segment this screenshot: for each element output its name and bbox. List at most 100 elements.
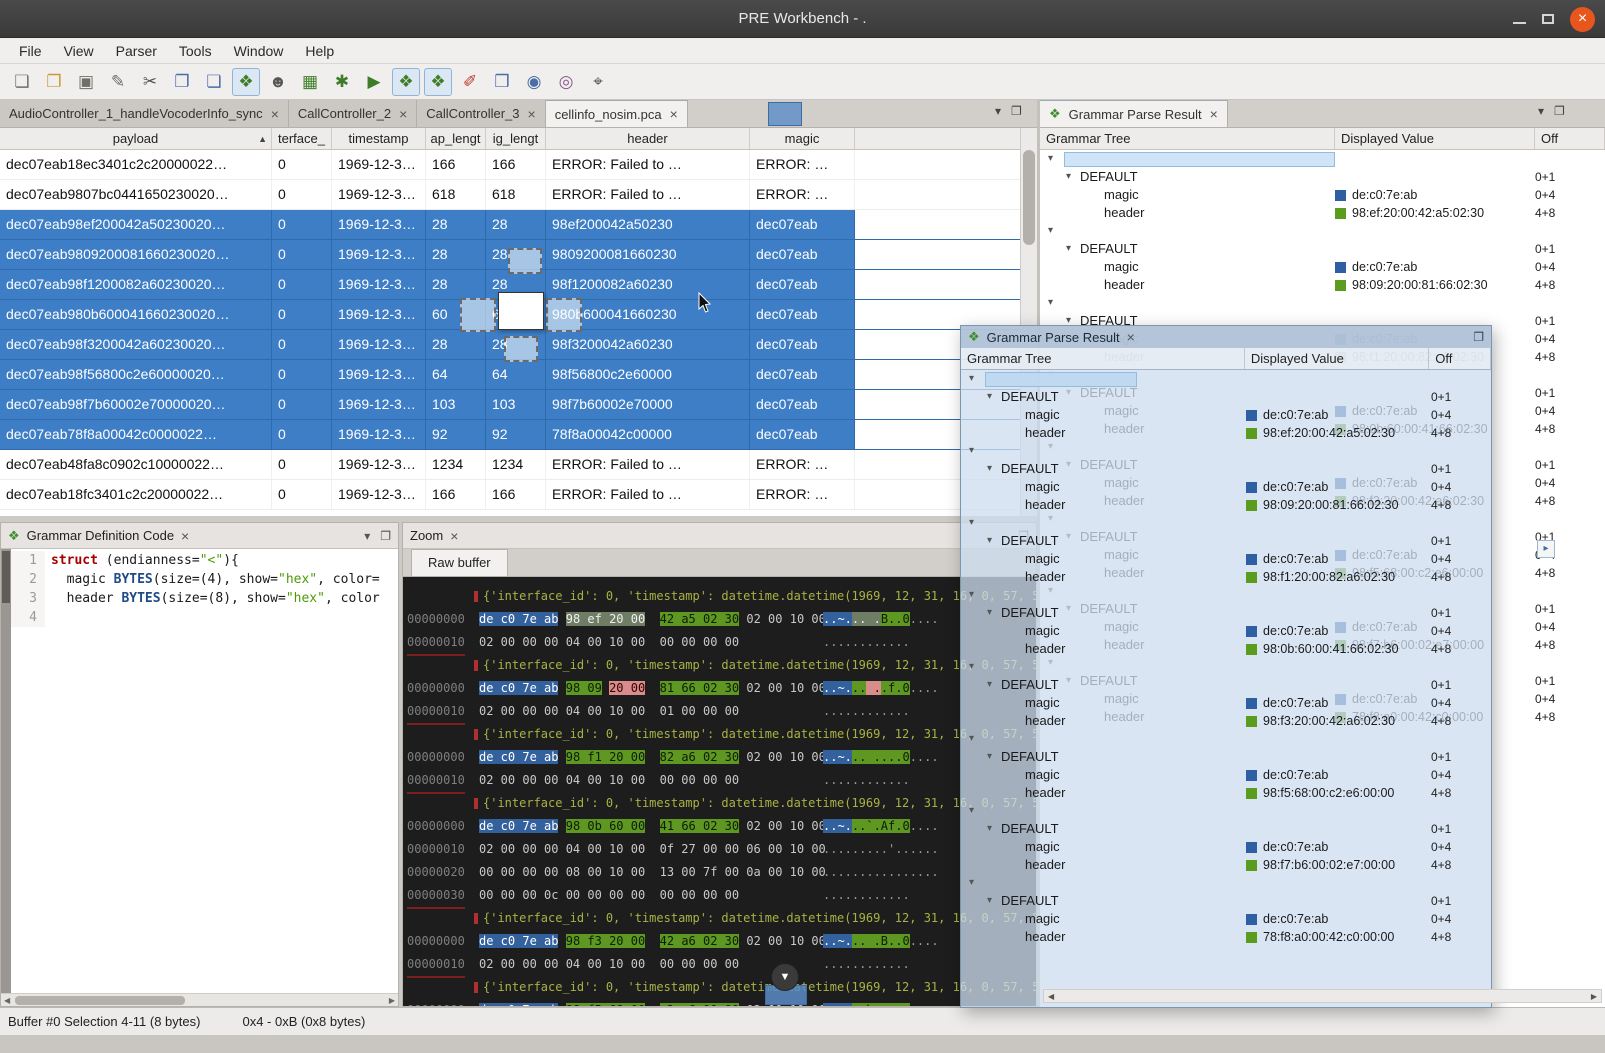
chevron-down-icon[interactable]: ▾ (987, 892, 1001, 910)
tree-header-row[interactable]: header98:f7:b6:00:02:e7:00:004+8 (961, 856, 1491, 874)
chevron-down-icon[interactable]: ▾ (969, 730, 983, 748)
tree-magic-row[interactable]: magicde:c0:7e:ab0+4 (961, 622, 1491, 640)
inspect-icon[interactable]: ◉ (520, 68, 548, 96)
scroll-down-button[interactable]: ▼ (771, 963, 799, 991)
tree-default-row[interactable]: ▾DEFAULT0+1 (961, 676, 1491, 694)
hex-ascii[interactable]: ............ (823, 704, 910, 718)
close-icon[interactable]: × (1570, 7, 1595, 32)
scroll-right-icon[interactable]: ▶ (1591, 992, 1597, 1001)
packet-row[interactable]: dec07eab98f3200042a60230020…01969-12-3…2… (0, 330, 1020, 360)
hex-ascii[interactable]: ..~... ..f.0.... (823, 681, 939, 695)
hex-bytes[interactable]: de c0 7e ab 98 09 20 00 81 66 02 30 02 0… (479, 677, 823, 700)
tree-header-row[interactable]: header98:ef:20:00:42:a5:02:304+8 (1040, 204, 1605, 222)
packet-row[interactable]: dec07eab48fa8c0902c10000022…01969-12-3…1… (0, 450, 1020, 480)
chevron-down-icon[interactable]: ▾ (969, 658, 983, 676)
chevron-down-icon[interactable]: ▾ (969, 514, 983, 532)
hex-ascii[interactable]: ............ (823, 957, 910, 971)
hex-ascii[interactable]: ..~...h......... (823, 1003, 939, 1006)
identity-icon[interactable]: ☻ (264, 68, 292, 96)
tree-root-row[interactable]: ▾ (961, 370, 1491, 388)
code-text[interactable] (45, 608, 51, 627)
tab-3[interactable]: CallController_3× (417, 100, 545, 127)
packet-row[interactable]: dec07eab98f1200082a60230020…01969-12-3…2… (0, 270, 1020, 300)
chevron-down-icon[interactable]: ▾ (969, 586, 983, 604)
tree-root-row[interactable]: ▾ (1040, 222, 1605, 240)
code-hscrollbar[interactable]: ◀ ▶ (1, 993, 398, 1006)
close-icon[interactable]: × (399, 106, 407, 122)
chevron-down-icon[interactable]: ▾ (987, 748, 1001, 766)
scrollbar-thumb[interactable] (15, 996, 185, 1005)
tree-default-row[interactable]: ▾DEFAULT0+1 (1040, 240, 1605, 258)
scroll-right-icon[interactable]: ▶ (389, 996, 395, 1005)
chevron-down-icon[interactable]: ▾ (1048, 150, 1062, 168)
code-vscrollbar[interactable] (1, 549, 11, 993)
tree-magic-row[interactable]: magicde:c0:7e:ab0+4 (961, 694, 1491, 712)
debug-icon[interactable]: ✱ (328, 68, 356, 96)
detach-panel-icon[interactable]: ❐ (1011, 104, 1022, 118)
plugin-b-icon[interactable]: ❖ (424, 68, 452, 96)
tree-default-row[interactable]: ▾DEFAULT0+1 (1040, 168, 1605, 186)
tab-list-dropdown-icon[interactable]: ▾ (1538, 104, 1544, 118)
menu-window[interactable]: Window (223, 38, 295, 64)
hex-ascii[interactable]: ............ (823, 888, 910, 902)
tree-root-row[interactable]: ▾ (1040, 150, 1605, 168)
window-icon[interactable]: ❒ (488, 68, 516, 96)
chevron-down-icon[interactable]: ▾ (969, 802, 983, 820)
packet-row[interactable]: dec07eab78f8a00042c0000022…01969-12-3…92… (0, 420, 1020, 450)
tree-default-row[interactable]: ▾DEFAULT0+1 (961, 820, 1491, 838)
hex-ascii[interactable]: ..~... .B..0.... (823, 934, 939, 948)
tree-default-row[interactable]: ▾DEFAULT0+1 (961, 892, 1491, 910)
tree-magic-row[interactable]: magicde:c0:7e:ab0+4 (961, 838, 1491, 856)
floating-title-bar[interactable]: ❖ Grammar Parse Result × ❐ (961, 326, 1491, 348)
title-bar[interactable]: PRE Workbench - . × (0, 0, 1605, 38)
new-file-icon[interactable]: ❏ (8, 68, 36, 96)
attach-icon[interactable]: ◎ (552, 68, 580, 96)
save-as-icon[interactable]: ✎ (104, 68, 132, 96)
panel-title-bar[interactable]: Zoom × ❐ (403, 523, 1036, 549)
hex-row[interactable]: 0000002000 00 00 00 08 00 10 00 13 00 7f… (407, 861, 1036, 884)
plugin-a-icon[interactable]: ❖ (392, 68, 420, 96)
tree-root-row[interactable]: ▾ (961, 586, 1491, 604)
chevron-down-icon[interactable]: ▾ (1048, 222, 1062, 240)
chevron-down-icon[interactable]: ▾ (969, 370, 983, 388)
hex-ascii[interactable]: ................ (823, 865, 939, 879)
hex-row[interactable]: 0000001002 00 00 00 04 00 10 00 01 00 00… (407, 700, 1036, 723)
close-icon[interactable]: × (271, 106, 279, 122)
tree-root-row[interactable]: ▾ (961, 514, 1491, 532)
chevron-down-icon[interactable]: ▾ (987, 532, 1001, 550)
copy-icon[interactable]: ❐ (168, 68, 196, 96)
tree-magic-row[interactable]: magicde:c0:7e:ab0+4 (961, 910, 1491, 928)
hex-bytes[interactable]: de c0 7e ab 98 ef 20 00 42 a5 02 30 02 0… (479, 608, 823, 631)
close-icon[interactable]: × (1210, 106, 1218, 122)
packet-row[interactable]: dec07eab18fc3401c2c20000022…01969-12-3…1… (0, 480, 1020, 510)
hex-row[interactable]: 0000001002 00 00 00 04 00 10 00 00 00 00… (407, 631, 1036, 654)
tree-magic-row[interactable]: magicde:c0:7e:ab0+4 (961, 406, 1491, 424)
reparse-icon[interactable]: ❖ (232, 68, 260, 96)
column-header-header[interactable]: header (546, 128, 750, 149)
tree-root-row[interactable]: ▾ (1040, 294, 1605, 312)
packet-row[interactable]: dec07eab98f7b60002e70000020…01969-12-3…1… (0, 390, 1020, 420)
chevron-down-icon[interactable]: ▾ (1066, 240, 1080, 258)
tree-header-row[interactable]: header98:f5:68:00:c2:e6:00:004+8 (961, 784, 1491, 802)
hex-row[interactable]: 00000000de c0 7e ab 98 ef 20 00 42 a5 02… (407, 608, 1036, 631)
hex-row[interactable]: 00000000de c0 7e ab 98 f1 20 00 82 a6 02… (407, 746, 1036, 769)
column-header-ap_lengt[interactable]: ap_lengt (426, 128, 486, 149)
hex-bytes[interactable]: de c0 7e ab 98 f1 20 00 82 a6 02 30 02 0… (479, 746, 823, 769)
detach-panel-icon[interactable]: ❐ (1554, 104, 1565, 118)
tree-root-row[interactable]: ▾ (961, 658, 1491, 676)
chevron-down-icon[interactable]: ▾ (987, 820, 1001, 838)
code-text[interactable]: magic BYTES(size=(4), show="hex", color= (45, 570, 380, 589)
hex-row[interactable]: 0000001002 00 00 00 04 00 10 00 00 00 00… (407, 769, 1036, 792)
hex-bytes[interactable]: 02 00 00 00 04 00 10 00 00 00 00 00 (479, 631, 823, 654)
open-folder-icon[interactable]: ❐ (40, 68, 68, 96)
scrollbar-thumb[interactable] (2, 551, 10, 603)
tree-header-row[interactable]: header98:f1:20:00:82:a6:02:304+8 (961, 568, 1491, 586)
tree-default-row[interactable]: ▾DEFAULT0+1 (961, 532, 1491, 550)
hex-bytes[interactable]: 00 00 00 00 08 00 10 00 13 00 7f 00 0a 0… (479, 861, 823, 884)
paste-icon[interactable]: ❏ (200, 68, 228, 96)
tree-header-row[interactable]: header98:f3:20:00:42:a6:02:304+8 (961, 712, 1491, 730)
hex-ascii[interactable]: ............ (823, 773, 910, 787)
tree-default-row[interactable]: ▾DEFAULT0+1 (961, 460, 1491, 478)
code-text[interactable]: struct (endianness="<"){ (45, 551, 239, 570)
panel-title-bar[interactable]: ❖ Grammar Definition Code × ▾ ❐ (1, 523, 398, 549)
